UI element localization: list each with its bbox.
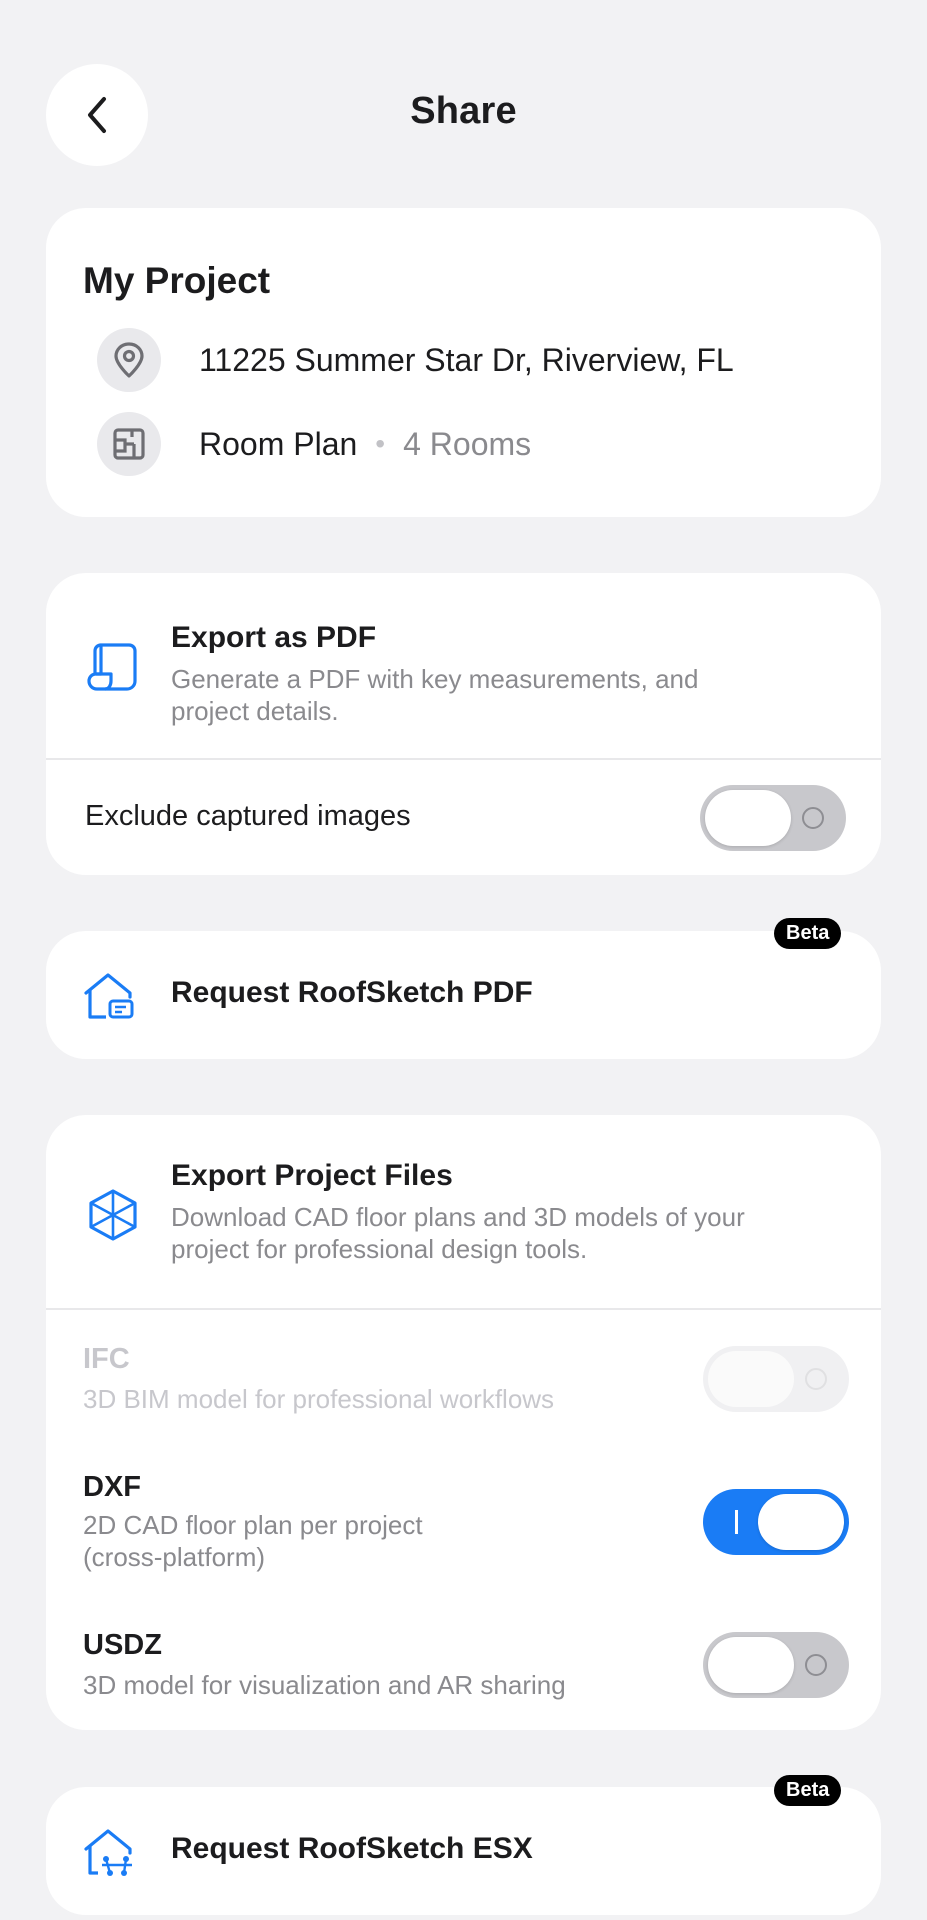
request-roofsketch-pdf-label: Request RoofSketch PDF	[171, 976, 533, 1009]
format-description-ifc: 3D BIM model for professional workflows	[83, 1384, 555, 1414]
beta-badge: Beta	[774, 918, 842, 949]
document-scroll-icon	[87, 643, 137, 691]
format-description-usdz: 3D model for visualization and AR sharin…	[83, 1670, 566, 1700]
export-pdf-option[interactable]: Export as PDF Generate a PDF with key me…	[83, 621, 771, 727]
project-address: 11225 Summer Star Dr, Riverview, FL	[199, 341, 734, 378]
request-roofsketch-esx-button[interactable]: Request RoofSketch ESX	[46, 1787, 881, 1915]
cube-icon	[89, 1189, 137, 1241]
format-description-dxf: 2D CAD floor plan per project (cross-pla…	[83, 1510, 423, 1572]
location-pin-icon	[97, 328, 161, 392]
floor-plan-icon	[97, 412, 161, 476]
room-count: 4 Rooms	[403, 425, 532, 462]
exclude-images-toggle[interactable]	[700, 785, 846, 851]
plan-row: Room Plan • 4 Rooms	[97, 412, 531, 476]
page-title: Share	[410, 90, 517, 132]
separator-dot: •	[375, 428, 386, 459]
request-roofsketch-esx-label: Request RoofSketch ESX	[171, 1832, 533, 1865]
ifc-toggle[interactable]	[703, 1346, 849, 1412]
export-pdf-description: Generate a PDF with key measurements, an…	[171, 664, 699, 726]
house-document-icon	[84, 973, 134, 1019]
exclude-images-label: Exclude captured images	[85, 800, 411, 832]
export-project-files-card: Export Project Files Download CAD floor …	[46, 1115, 881, 1730]
house-network-icon	[84, 1829, 132, 1876]
project-name: My Project	[83, 260, 271, 301]
format-name-ifc: IFC	[83, 1343, 130, 1375]
beta-badge: Beta	[774, 1775, 842, 1806]
export-project-files-description: Download CAD floor plans and 3D models o…	[171, 1202, 745, 1264]
export-project-files-title: Export Project Files	[171, 1159, 453, 1192]
export-project-files-option[interactable]: Export Project Files Download CAD floor …	[83, 1159, 791, 1265]
divider	[46, 1308, 881, 1310]
format-name-usdz: USDZ	[83, 1629, 162, 1661]
export-pdf-title: Export as PDF	[171, 621, 377, 654]
plan-type: Room Plan	[199, 425, 358, 462]
usdz-toggle[interactable]	[703, 1632, 849, 1698]
format-name-dxf: DXF	[83, 1471, 141, 1503]
divider	[46, 758, 881, 760]
export-pdf-card: Export as PDF Generate a PDF with key me…	[46, 573, 881, 875]
address-row: 11225 Summer Star Dr, Riverview, FL	[97, 328, 734, 392]
dxf-toggle[interactable]	[703, 1489, 849, 1555]
request-roofsketch-pdf-button[interactable]: Request RoofSketch PDF	[46, 931, 881, 1059]
project-card: My Project 11225 Summer Star Dr, Rivervi…	[46, 208, 881, 517]
